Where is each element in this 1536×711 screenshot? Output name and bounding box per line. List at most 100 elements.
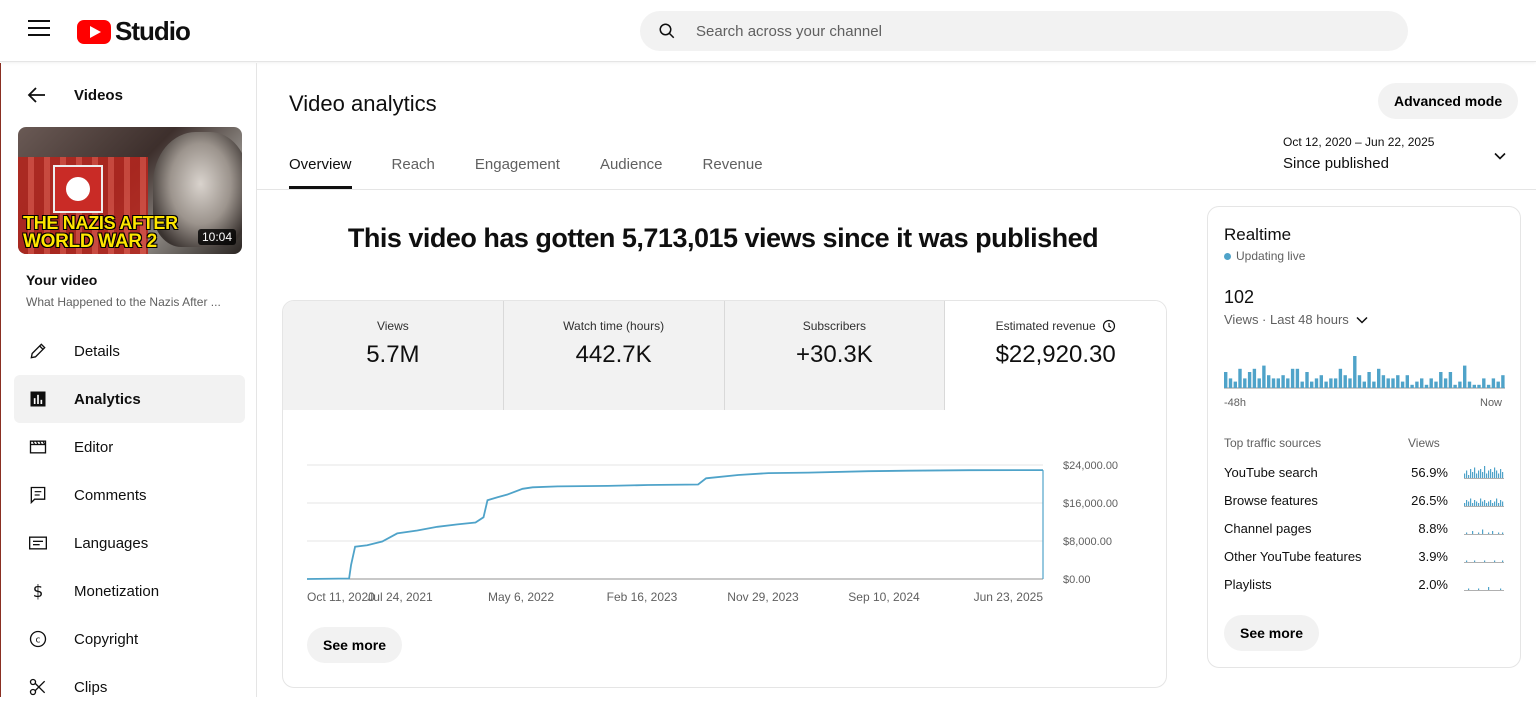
realtime-bar[interactable] (1276, 378, 1280, 388)
realtime-bar[interactable] (1443, 378, 1448, 388)
realtime-bar[interactable] (1372, 381, 1376, 388)
realtime-bar[interactable] (1290, 368, 1295, 388)
realtime-see-more-button[interactable]: See more (1224, 615, 1320, 651)
sidebar-item-comments[interactable]: Comments (14, 471, 245, 519)
realtime-bar[interactable] (1420, 378, 1424, 388)
realtime-bar[interactable] (1410, 384, 1414, 388)
realtime-bar[interactable] (1281, 375, 1285, 388)
realtime-bar[interactable] (1400, 381, 1405, 388)
realtime-bar[interactable] (1329, 378, 1333, 388)
tab-reach[interactable]: Reach (392, 143, 435, 189)
sidebar-item-editor[interactable]: Editor (14, 423, 245, 471)
back-to-videos[interactable]: Videos (25, 83, 123, 107)
realtime-bar[interactable] (1286, 378, 1290, 388)
realtime-bar[interactable] (1238, 368, 1242, 388)
sidebar-item-monetization[interactable]: $ Monetization (14, 567, 245, 615)
tab-audience[interactable]: Audience (600, 143, 663, 189)
realtime-bar[interactable] (1496, 381, 1500, 388)
sidebar-item-copyright[interactable]: c Copyright (14, 615, 245, 663)
realtime-bar[interactable] (1415, 381, 1419, 388)
realtime-bar[interactable] (1300, 381, 1304, 388)
sparkline-bar (1490, 500, 1492, 506)
realtime-bar[interactable] (1453, 384, 1457, 388)
tab-overview[interactable]: Overview (289, 143, 352, 189)
realtime-bar[interactable] (1381, 375, 1386, 388)
realtime-bar[interactable] (1477, 384, 1481, 388)
metric-value: 442.7K (575, 341, 652, 368)
realtime-bar[interactable] (1472, 384, 1476, 388)
realtime-bar[interactable] (1224, 372, 1228, 388)
realtime-bar[interactable] (1463, 365, 1467, 388)
realtime-bar[interactable] (1501, 375, 1505, 388)
y-tick-label: $8,000.00 (1063, 536, 1112, 548)
realtime-bar[interactable] (1267, 375, 1271, 388)
realtime-bar[interactable] (1448, 372, 1453, 388)
realtime-bar[interactable] (1386, 378, 1390, 388)
realtime-bar[interactable] (1458, 381, 1462, 388)
realtime-bar[interactable] (1295, 368, 1300, 388)
see-more-button[interactable]: See more (307, 627, 403, 663)
realtime-bar[interactable] (1482, 378, 1486, 388)
realtime-bar[interactable] (1324, 381, 1328, 388)
realtime-bar[interactable] (1310, 381, 1314, 388)
realtime-bar[interactable] (1228, 378, 1233, 388)
realtime-bar[interactable] (1434, 381, 1438, 388)
tab-engagement[interactable]: Engagement (475, 143, 560, 189)
sidebar-item-languages[interactable]: Languages (14, 519, 245, 567)
realtime-bar[interactable] (1429, 378, 1433, 388)
realtime-bar[interactable] (1439, 372, 1443, 388)
search-icon[interactable] (658, 22, 676, 40)
realtime-bar[interactable] (1353, 356, 1357, 388)
realtime-bar[interactable] (1271, 378, 1276, 388)
metric-subscribers[interactable]: Subscribers +30.3K (724, 301, 946, 410)
search-bar[interactable] (640, 11, 1408, 51)
studio-logo[interactable]: Studio (77, 16, 191, 47)
metric-watch-time[interactable]: Watch time (hours) 442.7K (503, 301, 725, 410)
realtime-bar[interactable] (1252, 368, 1257, 388)
hamburger-menu-icon[interactable] (28, 20, 50, 40)
realtime-bar[interactable] (1405, 375, 1409, 388)
metric-views[interactable]: Views 5.7M (283, 301, 504, 410)
realtime-bar[interactable] (1343, 375, 1347, 388)
metric-estimated-revenue[interactable]: Estimated revenue $22,920.30 (945, 301, 1166, 410)
realtime-bar[interactable] (1486, 384, 1491, 388)
realtime-bar[interactable] (1305, 372, 1309, 388)
tabs-divider (257, 189, 1536, 190)
sidebar-item-clips[interactable]: Clips (14, 663, 245, 711)
realtime-subtitle: Views · Last 48 hours (1224, 312, 1349, 327)
realtime-bar[interactable] (1243, 378, 1247, 388)
realtime-bar[interactable] (1491, 378, 1496, 388)
realtime-bar[interactable] (1467, 381, 1472, 388)
advanced-mode-button[interactable]: Advanced mode (1378, 83, 1519, 119)
analytics-tabs: Overview Reach Engagement Audience Reven… (289, 143, 803, 189)
back-arrow-icon[interactable] (25, 83, 49, 107)
sparkline-bar (1498, 532, 1500, 534)
realtime-bar[interactable] (1338, 368, 1343, 388)
date-range-selector[interactable]: Oct 12, 2020 – Jun 22, 2025 Since publis… (1283, 135, 1513, 172)
realtime-bar[interactable] (1233, 381, 1237, 388)
realtime-period-selector[interactable]: Views · Last 48 hours (1224, 312, 1369, 327)
realtime-bar[interactable] (1367, 372, 1371, 388)
tab-revenue[interactable]: Revenue (703, 143, 763, 189)
realtime-bar[interactable] (1319, 375, 1323, 388)
revenue-series-line[interactable] (306, 469, 1044, 580)
realtime-bar[interactable] (1357, 375, 1362, 388)
traffic-sparkline (1464, 587, 1504, 591)
realtime-bar[interactable] (1377, 368, 1381, 388)
sidebar-item-details[interactable]: Details (14, 327, 245, 375)
svg-text:$: $ (33, 582, 44, 601)
realtime-bar[interactable] (1362, 381, 1366, 388)
realtime-bar[interactable] (1262, 365, 1266, 388)
realtime-bar[interactable] (1333, 378, 1338, 388)
realtime-bar[interactable] (1247, 372, 1252, 388)
realtime-bar[interactable] (1314, 378, 1319, 388)
realtime-bar[interactable] (1424, 384, 1429, 388)
realtime-bar[interactable] (1257, 378, 1261, 388)
clock-icon[interactable] (1102, 319, 1116, 333)
search-input[interactable] (696, 11, 1376, 51)
realtime-bar[interactable] (1396, 375, 1400, 388)
video-thumbnail[interactable]: THE NAZIS AFTER WORLD WAR 2 10:04 (18, 127, 242, 254)
realtime-bar[interactable] (1348, 378, 1352, 388)
sidebar-item-analytics[interactable]: Analytics (14, 375, 245, 423)
realtime-bar[interactable] (1391, 378, 1395, 388)
